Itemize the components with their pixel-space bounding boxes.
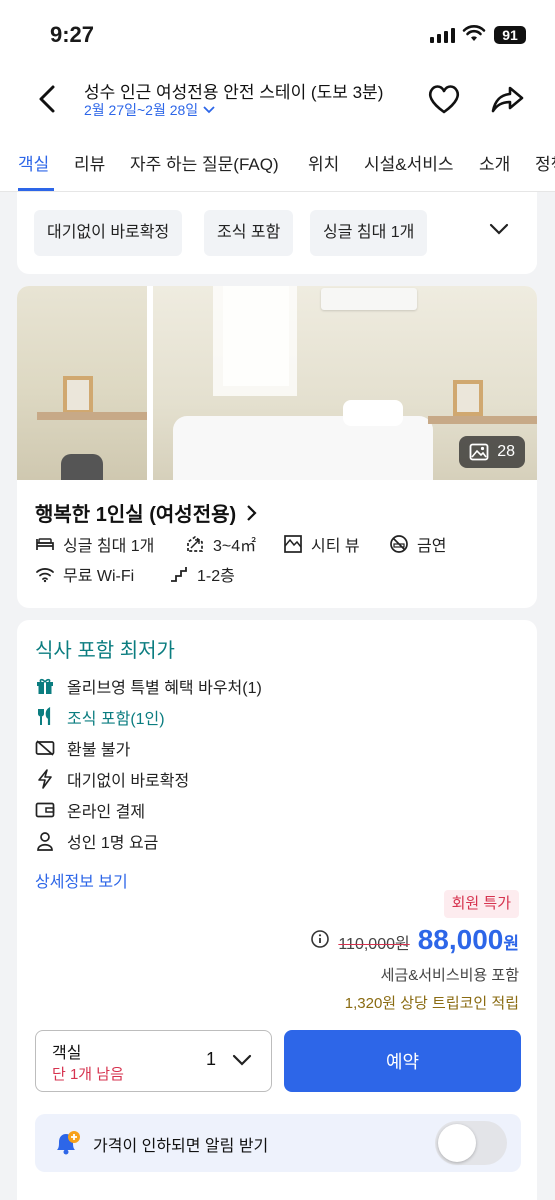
battery-indicator: 91 (494, 26, 526, 44)
original-price: 110,000원 (338, 936, 410, 953)
price-row: 110,000원 88,000원 (310, 924, 519, 956)
reserve-button[interactable]: 예약 (284, 1030, 521, 1092)
active-tab-indicator (18, 188, 54, 191)
room-card[interactable]: 28 행복한 1인실 (여성전용) 싱글 침대 1개 3~4㎡ 시티 뷰 금연 … (17, 286, 537, 608)
tab-reviews[interactable]: 리뷰 (74, 150, 105, 175)
room-photo[interactable]: 28 (153, 286, 537, 480)
mirror-shape (453, 380, 483, 416)
city-view-icon (284, 535, 302, 553)
rate-card: 식사 포함 최저가 올리브영 특별 혜택 바우처(1) 조식 포함(1인) 환불… (17, 620, 537, 1200)
details-link[interactable]: 상세정보 보기 (35, 868, 128, 892)
amenity-smoking: 금연 (389, 532, 446, 556)
price-alert: 가격이 인하되면 알림 받기 (35, 1114, 521, 1172)
bell-icon (57, 1131, 80, 1155)
feature-voucher: 올리브영 특별 혜택 바우처(1) (35, 674, 262, 698)
no-smoking-icon (390, 535, 408, 553)
feature-refund: 환불 불가 (35, 736, 130, 760)
room-quantity-select[interactable]: 객실 단 1개 남음 1 (35, 1030, 272, 1092)
tab-rooms[interactable]: 객실 (18, 150, 49, 175)
remaining-rooms: 단 1개 남음 (52, 1066, 124, 1083)
toggle-knob (438, 1124, 476, 1162)
desk-shape (37, 412, 147, 420)
tab-intro[interactable]: 소개 (479, 150, 510, 175)
cellular-signal-icon (430, 28, 455, 43)
quantity-label: 객실 (52, 1045, 82, 1062)
feature-guests: 성인 1명 요금 (35, 829, 158, 853)
person-icon (37, 832, 53, 851)
amenity-floor: 1-2층 (169, 562, 235, 586)
tax-note: 세금&서비스비용 포함 (380, 967, 519, 984)
back-arrow-icon[interactable] (34, 84, 60, 114)
trip-coin-note: 1,320원 상당 트립코인 적립 (344, 995, 519, 1012)
share-icon[interactable] (490, 82, 526, 116)
photo-count-badge[interactable]: 28 (459, 436, 525, 468)
price-unit: 원 (503, 934, 519, 953)
lightning-icon (38, 769, 52, 789)
wifi-icon (36, 568, 54, 583)
status-time: 9:27 (50, 22, 95, 47)
gift-icon (37, 678, 53, 694)
room-size-icon (187, 535, 203, 552)
tab-facilities[interactable]: 시설&서비스 (364, 150, 454, 175)
pillow-shape (343, 400, 403, 426)
desk-shape (428, 416, 537, 424)
room-name: 행복한 1인실 (여성전용) (35, 504, 237, 526)
stool-shape (61, 454, 103, 480)
rate-title: 식사 포함 최저가 (35, 640, 175, 662)
tab-faq[interactable]: 자주 하는 질문(FAQ) (130, 150, 279, 175)
tab-policy[interactable]: 정책 (535, 150, 555, 175)
header: 성수 인근 여성전용 안전 스테이 (도보 3분) 2월 27일~2월 28일 (0, 70, 555, 132)
info-icon[interactable] (310, 929, 330, 949)
air-conditioner-shape (321, 288, 417, 310)
no-refund-icon (35, 740, 55, 756)
date-selector[interactable]: 2월 27일~2월 28일 (84, 100, 216, 120)
feature-breakfast: 조식 포함(1인) (35, 705, 165, 729)
feature-payment: 온라인 결제 (35, 798, 145, 822)
date-range: 2월 27일~2월 28일 (84, 102, 199, 118)
heart-icon[interactable] (426, 82, 462, 116)
curtain-shape (213, 286, 297, 396)
member-deal-badge: 회원 특가 (443, 890, 519, 918)
image-icon (469, 443, 489, 461)
mirror-shape (63, 376, 93, 414)
chevron-down-icon[interactable] (489, 222, 509, 236)
status-bar: 9:27 91 (0, 0, 555, 70)
price-alert-label: 가격이 인하되면 알림 받기 (93, 1138, 269, 1155)
price-alert-toggle[interactable] (435, 1121, 507, 1165)
quantity-value: 1 (206, 1049, 217, 1069)
chevron-right-icon (247, 504, 257, 521)
amenity-view: 시티 뷰 (283, 532, 360, 556)
filter-chip-instant[interactable]: 대기없이 바로확정 (34, 210, 183, 256)
filter-chip-breakfast[interactable]: 조식 포함 (204, 210, 294, 256)
stairs-icon (171, 567, 187, 582)
tab-location[interactable]: 위치 (308, 150, 339, 175)
wallet-icon (35, 802, 55, 818)
wifi-icon (462, 25, 486, 41)
sale-price: 88,000 (417, 924, 504, 955)
utensils-icon (38, 707, 51, 725)
chevron-down-icon (203, 106, 215, 114)
amenity-wifi: 무료 Wi-Fi (35, 562, 134, 586)
filter-bar: 대기없이 바로확정 조식 포함 싱글 침대 1개 (17, 192, 537, 274)
section-tabs: 객실 리뷰 자주 하는 질문(FAQ) 위치 시설&서비스 소개 정책 (0, 132, 555, 192)
amenity-size: 3~4㎡ (185, 532, 256, 556)
amenity-bed: 싱글 침대 1개 (35, 532, 154, 556)
room-photo[interactable] (17, 286, 147, 480)
room-name-link[interactable]: 행복한 1인실 (여성전용) (35, 498, 258, 527)
photo-count: 28 (497, 443, 515, 460)
chevron-down-icon (232, 1054, 252, 1066)
filter-chip-single-bed[interactable]: 싱글 침대 1개 (310, 210, 428, 256)
feature-instant-confirm: 대기없이 바로확정 (35, 767, 189, 791)
bed-icon (36, 538, 54, 550)
